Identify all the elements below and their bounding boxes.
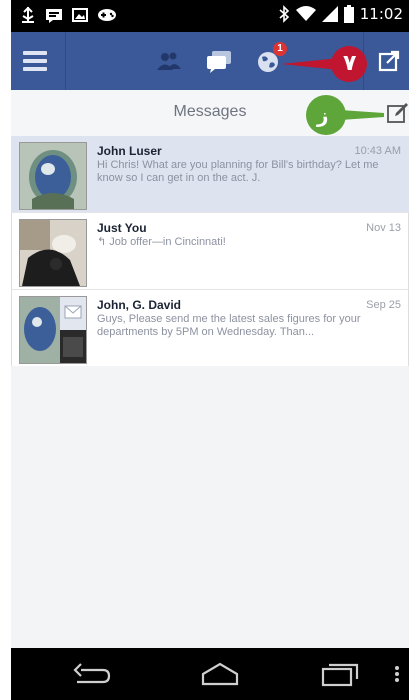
menu-icon bbox=[23, 51, 47, 55]
avatar bbox=[19, 142, 87, 210]
overflow-icon bbox=[395, 666, 399, 682]
messages-icon bbox=[207, 51, 231, 73]
back-button[interactable] bbox=[67, 658, 113, 690]
friends-icon bbox=[157, 52, 181, 70]
message-time: Sep 25 bbox=[366, 299, 401, 311]
list-item[interactable]: John, G. David Sep 25 Guys, Please send … bbox=[11, 290, 409, 367]
list-item[interactable]: Just You Nov 13 ↰ Job offer—in Cincinnat… bbox=[11, 213, 409, 290]
sender-name: Just You bbox=[97, 221, 147, 235]
status-clock: 11:02 bbox=[359, 5, 403, 23]
callout-label-green: ز bbox=[317, 103, 329, 127]
status-bar: 11:02 bbox=[11, 0, 409, 32]
back-icon bbox=[73, 663, 111, 684]
message-snippet: Hi Chris! What are you planning for Bill… bbox=[97, 159, 379, 184]
usb-icon bbox=[22, 6, 34, 23]
messages-tab-button[interactable] bbox=[201, 43, 237, 79]
status-system-icons: 11:02 bbox=[278, 5, 403, 23]
recent-apps-button[interactable] bbox=[317, 658, 363, 690]
share-button[interactable] bbox=[371, 43, 407, 79]
menu-button[interactable] bbox=[23, 48, 47, 74]
compose-message-icon[interactable] bbox=[387, 102, 409, 124]
sender-name: John Luser bbox=[97, 144, 162, 158]
wifi-icon bbox=[295, 6, 316, 21]
message-list: John Luser 10:43 AM Hi Chris! What are y… bbox=[11, 136, 409, 367]
message-snippet: Guys, Please send me the latest sales fi… bbox=[97, 313, 361, 338]
system-nav-bar bbox=[11, 648, 409, 700]
home-icon bbox=[201, 662, 239, 686]
phone-screen: 11:02 1 ٧ Messages ز John Luser 10:43 AM… bbox=[0, 0, 420, 700]
callout-label-red: ٧ bbox=[343, 51, 357, 76]
sender-name: John, G. David bbox=[97, 298, 182, 312]
action-bar-divider bbox=[65, 32, 66, 90]
avatar bbox=[19, 219, 87, 287]
bluetooth-icon bbox=[279, 5, 289, 23]
status-notification-icons bbox=[19, 6, 117, 24]
page-margin-right bbox=[408, 0, 420, 700]
message-time: 10:43 AM bbox=[354, 145, 401, 157]
list-empty-area bbox=[11, 366, 409, 648]
share-icon bbox=[378, 50, 400, 72]
message-time: Nov 13 bbox=[366, 222, 401, 234]
recent-apps-icon bbox=[321, 663, 359, 687]
gamepad-icon bbox=[98, 9, 116, 21]
chat-icon bbox=[46, 9, 62, 23]
list-item[interactable]: John Luser 10:43 AM Hi Chris! What are y… bbox=[11, 136, 409, 213]
signal-icon bbox=[321, 6, 338, 22]
avatar bbox=[19, 296, 87, 364]
friends-button[interactable] bbox=[151, 43, 187, 79]
overflow-menu-button[interactable] bbox=[391, 658, 403, 690]
battery-icon bbox=[343, 5, 354, 23]
image-icon bbox=[72, 8, 88, 22]
message-snippet: ↰ Job offer—in Cincinnati! bbox=[97, 236, 226, 248]
home-button[interactable] bbox=[197, 658, 243, 690]
